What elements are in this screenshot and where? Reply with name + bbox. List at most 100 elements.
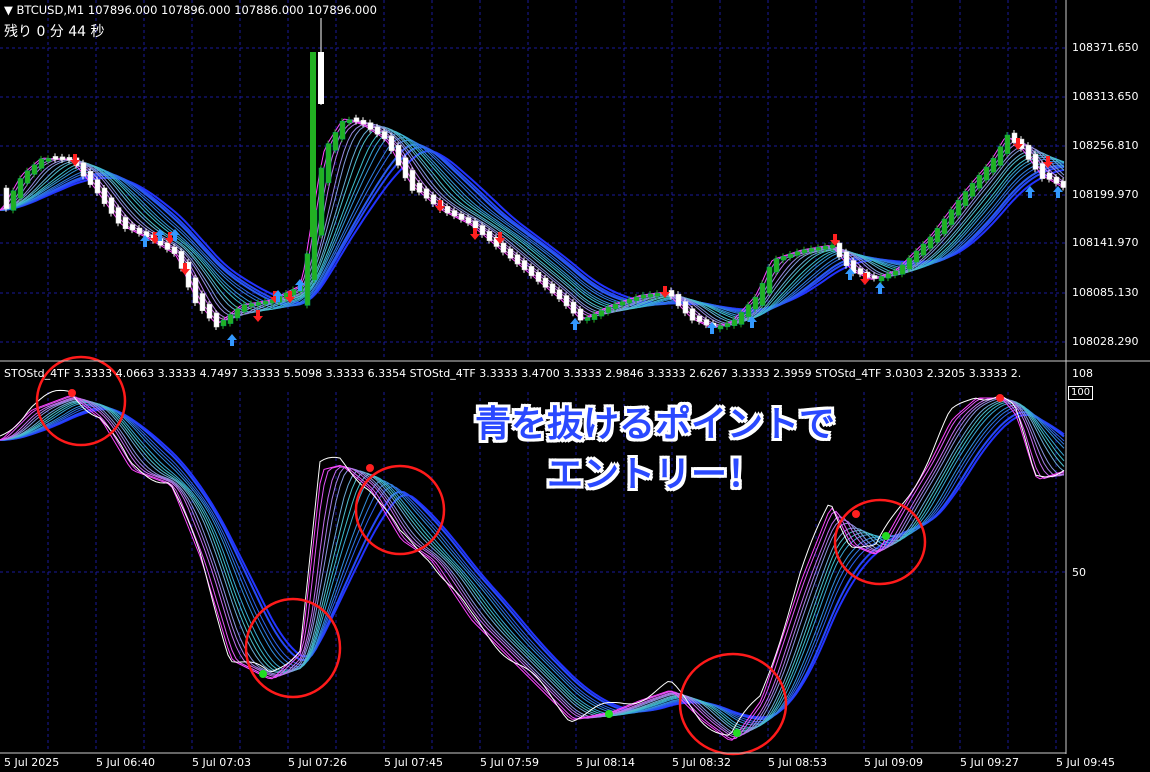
candle-body	[332, 132, 339, 151]
time-label: 5 Jul 2025	[4, 756, 60, 769]
candle-body	[836, 242, 843, 258]
candle-body	[808, 248, 815, 252]
candle-body	[192, 277, 199, 304]
candle-body	[164, 242, 171, 250]
chart-canvas[interactable]	[0, 0, 1150, 772]
candle-body	[1025, 144, 1032, 160]
buy-dot	[733, 729, 741, 737]
annotation-text: 青を抜けるポイントで エントリー！	[440, 400, 870, 500]
candle-body	[1060, 180, 1067, 188]
candle-body	[108, 197, 115, 214]
candle-body	[773, 258, 780, 273]
price-ma-ribbon	[0, 118, 1065, 328]
candle-body	[360, 119, 367, 125]
candle-body	[724, 323, 731, 328]
candle-body	[626, 299, 633, 304]
candle-body	[1046, 172, 1053, 180]
up-arrow-icon	[1053, 186, 1063, 198]
candle-body	[10, 190, 17, 211]
candle-body	[199, 293, 206, 311]
candle-body	[94, 179, 101, 194]
candle-body	[990, 158, 997, 173]
candle-body	[535, 271, 542, 282]
ma-line	[0, 119, 1065, 328]
candle-body	[934, 228, 941, 243]
candle-body	[241, 304, 248, 312]
time-label: 5 Jul 07:45	[384, 756, 443, 769]
candle-body	[395, 144, 402, 166]
candle-body	[17, 178, 24, 199]
sell-dot	[852, 510, 860, 518]
candle-body	[640, 294, 647, 299]
annotation-line-2: エントリー！	[546, 454, 763, 495]
candle-body	[871, 275, 878, 279]
price-label: 108028.290	[1072, 335, 1139, 348]
candle-body	[647, 293, 654, 298]
ma-line	[0, 121, 1065, 326]
candle-body	[318, 52, 324, 104]
up-arrow-icon	[227, 334, 237, 346]
candle-body	[878, 276, 885, 282]
candle-body	[115, 207, 122, 224]
candle-body	[556, 289, 563, 300]
buy-dot	[259, 670, 267, 678]
candle-body	[563, 295, 570, 307]
candle-body	[780, 256, 787, 261]
candle-body	[717, 325, 724, 330]
price-label: 108256.810	[1072, 139, 1139, 152]
time-label: 5 Jul 07:59	[480, 756, 539, 769]
candle-body	[206, 304, 213, 319]
candle-body	[528, 266, 535, 276]
candle-body	[500, 242, 507, 253]
price-label: 108371.650	[1072, 41, 1139, 54]
candle-body	[255, 302, 262, 306]
candle-body	[1039, 163, 1046, 179]
price-label: 108085.130	[1072, 286, 1139, 299]
candle-body	[80, 162, 87, 177]
ma-line	[0, 122, 1065, 326]
candle-body	[843, 251, 850, 266]
candle-body	[745, 304, 752, 318]
candle-body	[696, 315, 703, 322]
candle-body	[885, 273, 892, 279]
price-label: 108141.970	[1072, 236, 1139, 249]
candle-body	[752, 296, 759, 310]
candle-body	[325, 143, 332, 183]
candle-body	[584, 317, 591, 321]
highlight-circle	[354, 464, 446, 556]
indicator-header: STOStd_4TF 3.3333 4.0663 3.3333 4.7497 3…	[4, 367, 1022, 380]
candle-body	[941, 218, 948, 235]
bar-countdown: 残り 0 分 44 秒	[4, 24, 105, 40]
candle-body	[703, 319, 710, 326]
symbol-header: ▼ BTCUSD,M1 107896.000 107896.000 107886…	[4, 3, 377, 17]
candle-body	[738, 312, 745, 325]
candle-body	[402, 157, 409, 179]
down-arrow-icon	[435, 200, 445, 212]
candle-body	[591, 313, 598, 320]
candle-body	[633, 296, 640, 301]
candle-body	[570, 301, 577, 314]
candle-body	[374, 126, 381, 135]
candle-body	[129, 224, 136, 231]
ma-line	[0, 137, 1065, 316]
candle-body	[822, 245, 829, 250]
candle-body	[3, 187, 10, 210]
candle-body	[759, 283, 766, 306]
candlesticks	[3, 18, 1067, 332]
candle-body	[472, 220, 479, 229]
candle-body	[416, 182, 423, 193]
candle-body	[542, 277, 549, 288]
sell-dot	[366, 464, 374, 472]
candle-body	[52, 156, 59, 160]
candle-body	[577, 308, 584, 321]
candle-body	[668, 290, 675, 297]
up-arrow-icon	[875, 282, 885, 294]
candle-body	[444, 206, 451, 214]
candle-body	[549, 283, 556, 294]
candle-body	[87, 170, 94, 185]
price-label: 108199.970	[1072, 188, 1139, 201]
candle-body	[815, 247, 822, 251]
candle-body	[31, 164, 38, 175]
buy-dot	[882, 532, 890, 540]
candle-body	[675, 293, 682, 307]
